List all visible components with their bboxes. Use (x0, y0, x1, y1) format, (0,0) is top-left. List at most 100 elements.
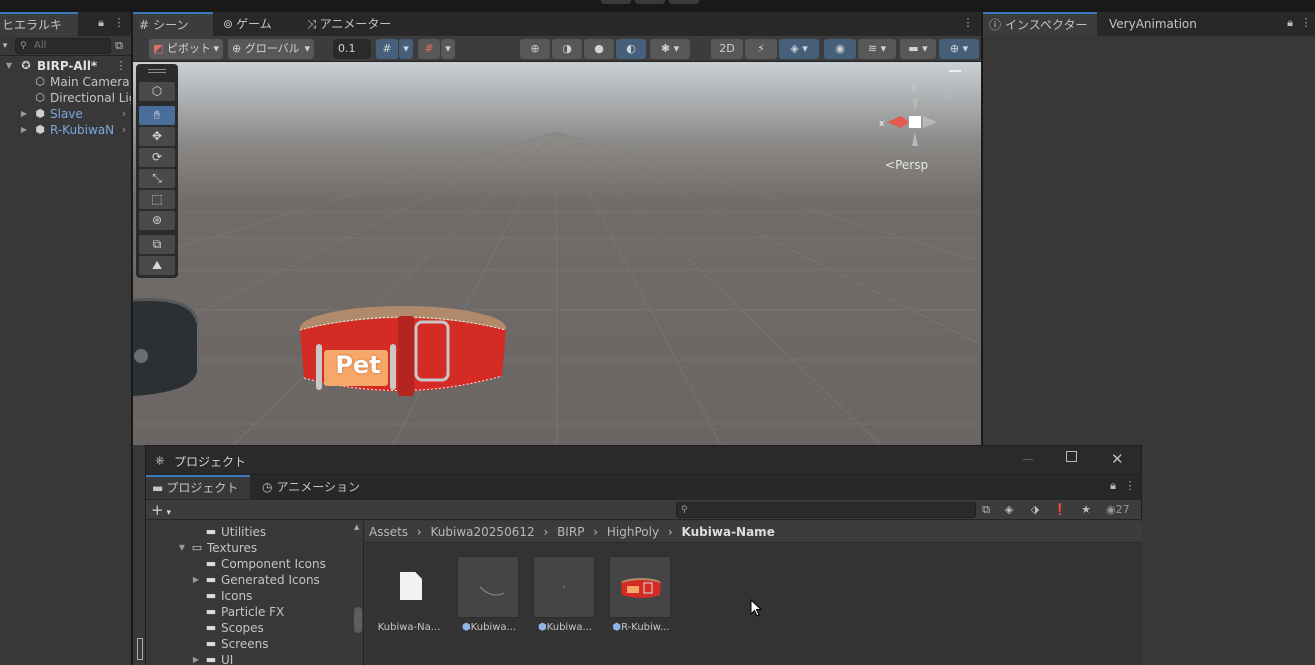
asset-item[interactable]: Kubiwa-Na... (377, 556, 441, 633)
rect-tool-button[interactable]: ⬚ (139, 190, 175, 209)
expand-arrow-icon[interactable]: ▼ (177, 540, 187, 556)
snap-value-input[interactable]: 0.1 (333, 39, 371, 59)
search-by-type-icon[interactable]: ⧉ (979, 503, 993, 517)
warning-filter-icon[interactable]: ❗ (1053, 503, 1067, 517)
transform-tool-button[interactable]: ⊛ (139, 211, 175, 230)
favorite-star-icon[interactable]: ★ (1079, 503, 1093, 517)
breadcrumb-item[interactable]: BIRP (557, 525, 584, 539)
move-tool-button[interactable]: ✥ (139, 127, 175, 146)
dropdown-arrow-icon[interactable]: ▾ (0, 39, 12, 53)
global-dropdown[interactable]: ⊕ グローバル ▾ (228, 39, 314, 59)
folder-particle-fx[interactable]: ▬ Particle FX (146, 604, 363, 620)
folder-scopes[interactable]: ▬ Scopes (146, 620, 363, 636)
tab-inspector[interactable]: ⓘ インスペクター (983, 12, 1097, 36)
kebab-menu-icon[interactable]: ⋮ (1299, 16, 1313, 30)
grid-snap-button[interactable]: # (376, 39, 398, 59)
lock-icon[interactable]: 🔒︎ (1283, 16, 1297, 30)
custom-tool-button[interactable]: ⧉ (139, 235, 175, 254)
maximize-icon[interactable] (1066, 451, 1077, 462)
breadcrumb-current[interactable]: Kubiwa-Name (682, 525, 775, 539)
shaded-button[interactable]: ● (584, 39, 614, 59)
expand-arrow-icon[interactable]: ▼ (4, 58, 14, 74)
gizmos-dropdown[interactable]: ⊕ ▾ (939, 39, 979, 59)
folder-generated-icons[interactable]: ▶ ▬ Generated Icons (146, 572, 363, 588)
audio-fx-dropdown[interactable]: ◈ ▾ (779, 39, 819, 59)
breadcrumb-item[interactable]: Kubiwa20250612 (431, 525, 535, 539)
pause-button[interactable] (635, 0, 665, 4)
scene-menu-icon[interactable]: ⋮ (114, 59, 128, 73)
tab-animation[interactable]: ◷ アニメーション (256, 475, 366, 499)
grid-snap-dropdown[interactable]: ▾ (399, 39, 413, 59)
tab-scene[interactable]: # シーン (133, 12, 213, 36)
view-cube-button[interactable]: ⬡ (139, 82, 175, 101)
scale-tool-button[interactable]: ⤡ (139, 169, 175, 188)
close-icon[interactable]: ✕ (1111, 450, 1124, 468)
layers-dropdown[interactable]: ≋ ▾ (858, 39, 896, 59)
gizmo-menu-icon[interactable] (949, 70, 961, 72)
tab-animator[interactable]: ⤨ アニメーター (301, 12, 397, 36)
visibility-toggle[interactable]: ◉ (824, 39, 856, 59)
asset-item[interactable]: ⬢Kubiwa... (533, 556, 597, 633)
extra-tool-button[interactable]: ⛰ (139, 256, 175, 275)
collapse-arrow-icon[interactable]: ▶ (191, 572, 201, 588)
hierarchy-item-r-kubiwan[interactable]: ▶ ⬢ R-KubiwaN › (0, 122, 131, 138)
hierarchy-search-input[interactable]: ⚲ All (15, 38, 111, 54)
scroll-up-icon[interactable]: ▲ (354, 523, 359, 531)
2d-toggle-button[interactable]: 2D (711, 39, 743, 59)
hierarchy-item-slave[interactable]: ▶ ⬢ Slave › (0, 106, 131, 122)
scene-row[interactable]: ▼ ✪ BIRP-All* ⋮ (0, 58, 131, 74)
search-by-type-icon[interactable]: ⧉ (112, 39, 126, 53)
filter-by-type-icon[interactable]: ◈ (1002, 503, 1016, 517)
chevron-right-icon[interactable]: › (119, 106, 129, 122)
lighting-toggle-button[interactable]: ⚡ (745, 39, 777, 59)
scene-viewport[interactable]: Pet ⬡ ✋︎ ✥ ⟳ ⤡ ⬚ ⊛ ⧉ ⛰ y x z <Persp (133, 62, 981, 445)
hand-tool-button[interactable]: ✋︎ (139, 106, 175, 125)
folder-tree-scrollbar[interactable]: ▲ (353, 521, 363, 665)
step-button[interactable] (669, 0, 699, 4)
hierarchy-item-directional-light[interactable]: ⬡ Directional Light (0, 90, 131, 106)
rotate-tool-button[interactable]: ⟳ (139, 148, 175, 167)
folder-ui[interactable]: ▶ ▬ UI (146, 652, 363, 665)
minimize-icon[interactable]: — (1022, 452, 1034, 466)
project-titlebar[interactable]: ⎈ プロジェクト — ✕ (146, 446, 1141, 475)
increment-snap-dropdown[interactable]: ▾ (441, 39, 455, 59)
collapse-arrow-icon[interactable]: ▶ (19, 106, 29, 122)
tab-game[interactable]: ⊚ ゲーム (217, 12, 278, 36)
kebab-menu-icon[interactable]: ⋮ (961, 16, 975, 30)
drag-handle-icon[interactable] (148, 69, 166, 73)
tab-veryanimation[interactable]: VeryAnimation (1103, 12, 1203, 36)
play-button[interactable] (601, 0, 631, 4)
kebab-menu-icon[interactable]: ⋮ (112, 16, 126, 30)
project-search-input[interactable]: ⚲ (676, 502, 976, 518)
chevron-right-icon[interactable]: › (119, 122, 129, 138)
asset-item[interactable]: ⬢R-Kubiw... (609, 556, 673, 633)
folder-textures[interactable]: ▼ ▭ Textures (146, 540, 363, 556)
shaded-wireframe-button[interactable]: ◑ (552, 39, 582, 59)
asset-item[interactable]: ⬢Kubiwa... (457, 556, 521, 633)
filter-by-label-icon[interactable]: ⬗ (1028, 503, 1042, 517)
docked-tab-indicator[interactable] (137, 638, 143, 660)
tab-hierarchy[interactable]: ヒエラルキー (0, 12, 78, 54)
lock-icon[interactable]: 🔒︎ (94, 16, 108, 30)
breadcrumb-item[interactable]: Assets (369, 525, 408, 539)
folder-utilities[interactable]: ▬ Utilities (146, 524, 363, 540)
lock-icon[interactable]: 🔒︎ (1106, 479, 1120, 493)
scrollbar-thumb[interactable] (354, 607, 362, 633)
breadcrumb-item[interactable]: HighPoly (607, 525, 659, 539)
tab-project[interactable]: ▬ プロジェクト (146, 475, 250, 499)
hierarchy-item-main-camera[interactable]: ⬡ Main Camera (0, 74, 131, 90)
collapse-arrow-icon[interactable]: ▶ (19, 122, 29, 138)
kebab-menu-icon[interactable]: ⋮ (1123, 479, 1137, 493)
collapse-arrow-icon[interactable]: ▶ (191, 652, 201, 665)
folder-icons[interactable]: ▬ Icons (146, 588, 363, 604)
unlit-button[interactable]: ◐ (616, 39, 646, 59)
camera-settings-dropdown[interactable]: ▬ ▾ (900, 39, 936, 59)
hidden-count[interactable]: ◉27 (1106, 503, 1130, 517)
increment-snap-button[interactable]: # (418, 39, 440, 59)
persp-toggle[interactable]: <Persp (885, 158, 928, 172)
create-button[interactable]: + ▾ (151, 500, 171, 523)
folder-component-icons[interactable]: ▬ Component Icons (146, 556, 363, 572)
wireframe-shading-button[interactable]: ⊕ (520, 39, 550, 59)
pivot-dropdown[interactable]: ◩ ピボット ▾ (149, 39, 223, 59)
debug-draw-dropdown[interactable]: ✱ ▾ (650, 39, 690, 59)
